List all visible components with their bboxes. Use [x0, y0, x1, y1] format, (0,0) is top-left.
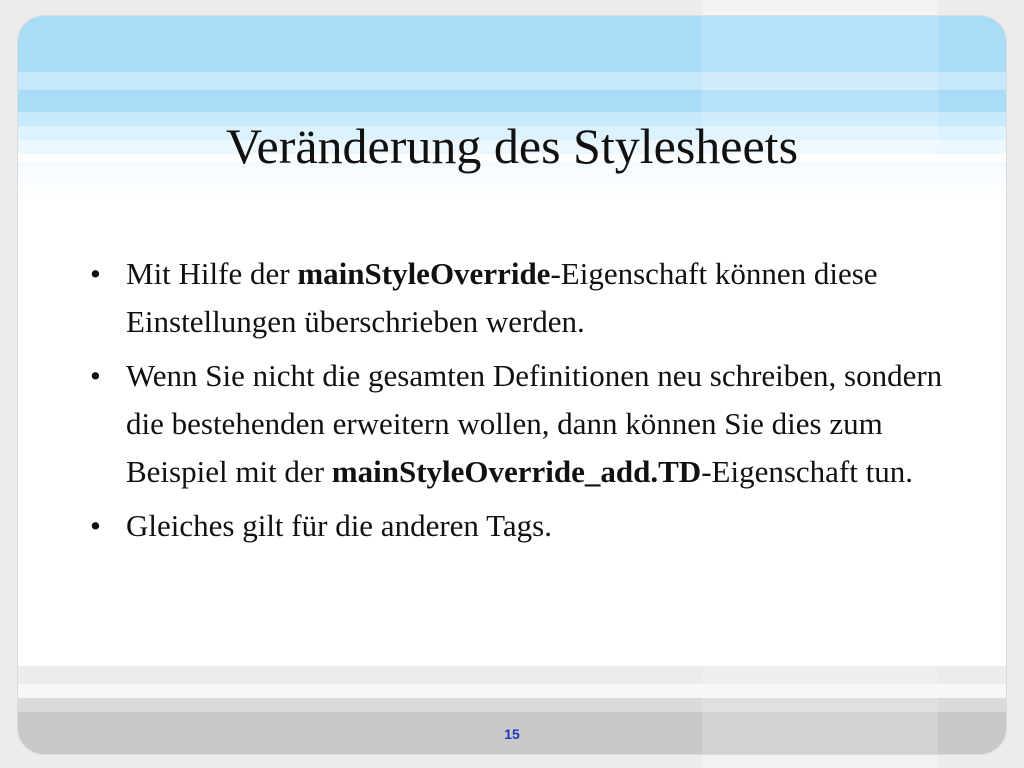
slide-page: Veränderung des Stylesheets • Mit Hilfe …: [0, 0, 1024, 768]
bullet-item: • Gleiches gilt für die anderen Tags.: [90, 502, 970, 550]
bullet-list: • Mit Hilfe der mainStyleOverride-Eigens…: [90, 250, 970, 556]
bullet-icon: •: [90, 256, 101, 291]
bullet-item: • Wenn Sie nicht die gesamten Definition…: [90, 352, 970, 496]
slide-canvas: Veränderung des Stylesheets • Mit Hilfe …: [18, 16, 1006, 754]
bullet-item: • Mit Hilfe der mainStyleOverride-Eigens…: [90, 250, 970, 346]
slide-title: Veränderung des Stylesheets: [225, 118, 799, 174]
bullet-text-part: Gleiches gilt für die anderen Tags.: [126, 508, 552, 543]
bullet-text-part: Mit Hilfe der: [126, 256, 298, 291]
bullet-text-bold: mainStyleOverride: [297, 256, 551, 291]
bullet-icon: •: [90, 358, 101, 393]
bullet-text: Wenn Sie nicht die gesamten Definitionen…: [126, 358, 942, 489]
bullet-icon: •: [90, 508, 101, 543]
bullet-text-part: -Eigenschaft tun.: [701, 454, 913, 489]
bullet-text: Mit Hilfe der mainStyleOverride-Eigensch…: [126, 256, 878, 339]
slide-number: 15: [504, 726, 520, 742]
bullet-text: Gleiches gilt für die anderen Tags.: [126, 508, 552, 543]
bullet-text-bold: mainStyleOverride_add.TD: [331, 454, 702, 489]
